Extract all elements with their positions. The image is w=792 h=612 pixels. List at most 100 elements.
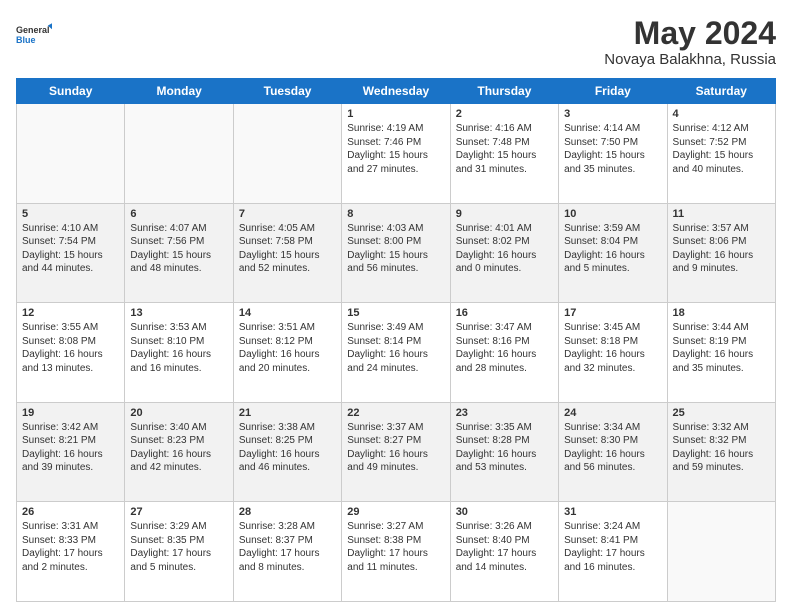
table-row: 9 Sunrise: 4:01 AMSunset: 8:02 PMDaylight… (450, 203, 558, 303)
logo-svg: General Blue (16, 16, 52, 52)
table-row: 17 Sunrise: 3:45 AMSunset: 8:18 PMDayligh… (559, 303, 667, 403)
day-info: Sunrise: 3:34 AMSunset: 8:30 PMDaylight:… (564, 421, 661, 475)
title-month: May 2024 (604, 16, 776, 51)
day-info: Sunrise: 3:40 AMSunset: 8:23 PMDaylight:… (130, 421, 227, 475)
day-info: Sunrise: 3:31 AMSunset: 8:33 PMDaylight:… (22, 520, 119, 574)
day-info: Sunrise: 3:55 AMSunset: 8:08 PMDaylight:… (22, 321, 119, 375)
day-info: Sunrise: 4:14 AMSunset: 7:50 PMDaylight:… (564, 122, 661, 176)
day-number: 15 (347, 307, 444, 319)
col-tuesday: Tuesday (233, 79, 341, 104)
day-info: Sunrise: 3:29 AMSunset: 8:35 PMDaylight:… (130, 520, 227, 574)
table-row: 1Sunrise: 4:19 AMSunset: 7:46 PMDaylight… (342, 104, 450, 204)
day-number: 11 (673, 208, 770, 220)
day-number: 29 (347, 506, 444, 518)
day-info: Sunrise: 3:53 AMSunset: 8:10 PMDaylight:… (130, 321, 227, 375)
day-info: Sunrise: 3:44 AMSunset: 8:19 PMDaylight:… (673, 321, 770, 375)
table-row: 28 Sunrise: 3:28 AMSunset: 8:37 PMDayligh… (233, 502, 341, 602)
calendar-table: Sunday Monday Tuesday Wednesday Thursday… (16, 78, 776, 602)
day-info: Sunrise: 4:10 AMSunset: 7:54 PMDaylight:… (22, 222, 119, 276)
table-row: 22 Sunrise: 3:37 AMSunset: 8:27 PMDayligh… (342, 402, 450, 502)
day-number: 5 (22, 208, 119, 220)
day-number: 4 (673, 108, 770, 120)
day-info: Sunrise: 3:57 AMSunset: 8:06 PMDaylight:… (673, 222, 770, 276)
day-number: 2 (456, 108, 553, 120)
day-info: Sunrise: 3:32 AMSunset: 8:32 PMDaylight:… (673, 421, 770, 475)
day-number: 8 (347, 208, 444, 220)
table-row: 26 Sunrise: 3:31 AMSunset: 8:33 PMDayligh… (17, 502, 125, 602)
day-number: 16 (456, 307, 553, 319)
day-number: 7 (239, 208, 336, 220)
day-number: 20 (130, 407, 227, 419)
day-info: Sunrise: 3:42 AMSunset: 8:21 PMDaylight:… (22, 421, 119, 475)
table-row: 19 Sunrise: 3:42 AMSunset: 8:21 PMDayligh… (17, 402, 125, 502)
day-info: Sunrise: 3:28 AMSunset: 8:37 PMDaylight:… (239, 520, 336, 574)
table-row: 8Sunrise: 4:03 AMSunset: 8:00 PMDaylight… (342, 203, 450, 303)
day-info: Sunrise: 3:38 AMSunset: 8:25 PMDaylight:… (239, 421, 336, 475)
table-row (667, 502, 775, 602)
col-sunday: Sunday (17, 79, 125, 104)
col-monday: Monday (125, 79, 233, 104)
day-number: 17 (564, 307, 661, 319)
day-info: Sunrise: 3:35 AMSunset: 8:28 PMDaylight:… (456, 421, 553, 475)
col-saturday: Saturday (667, 79, 775, 104)
day-number: 26 (22, 506, 119, 518)
day-number: 31 (564, 506, 661, 518)
day-info: Sunrise: 3:59 AMSunset: 8:04 PMDaylight:… (564, 222, 661, 276)
day-number: 25 (673, 407, 770, 419)
day-info: Sunrise: 4:12 AMSunset: 7:52 PMDaylight:… (673, 122, 770, 176)
day-number: 28 (239, 506, 336, 518)
table-row: 6Sunrise: 4:07 AMSunset: 7:56 PMDaylight… (125, 203, 233, 303)
table-row (233, 104, 341, 204)
table-row: 25 Sunrise: 3:32 AMSunset: 8:32 PMDayligh… (667, 402, 775, 502)
day-number: 18 (673, 307, 770, 319)
table-row: 16 Sunrise: 3:47 AMSunset: 8:16 PMDayligh… (450, 303, 558, 403)
calendar-week-row: 19 Sunrise: 3:42 AMSunset: 8:21 PMDayligh… (17, 402, 776, 502)
day-info: Sunrise: 3:26 AMSunset: 8:40 PMDaylight:… (456, 520, 553, 574)
day-info: Sunrise: 3:45 AMSunset: 8:18 PMDaylight:… (564, 321, 661, 375)
table-row: 2 Sunrise: 4:16 AMSunset: 7:48 PMDaylight… (450, 104, 558, 204)
day-number: 12 (22, 307, 119, 319)
header: General Blue May 2024 Novaya Balakhna, R… (16, 16, 776, 68)
day-number: 6 (130, 208, 227, 220)
table-row: 31Sunrise: 3:24 AMSunset: 8:41 PMDayligh… (559, 502, 667, 602)
day-info: Sunrise: 3:47 AMSunset: 8:16 PMDaylight:… (456, 321, 553, 375)
calendar-header-row: Sunday Monday Tuesday Wednesday Thursday… (17, 79, 776, 104)
day-number: 30 (456, 506, 553, 518)
calendar-week-row: 12 Sunrise: 3:55 AMSunset: 8:08 PMDayligh… (17, 303, 776, 403)
table-row: 20 Sunrise: 3:40 AMSunset: 8:23 PMDayligh… (125, 402, 233, 502)
table-row: 4 Sunrise: 4:12 AMSunset: 7:52 PMDaylight… (667, 104, 775, 204)
table-row: 30 Sunrise: 3:26 AMSunset: 8:40 PMDayligh… (450, 502, 558, 602)
day-number: 9 (456, 208, 553, 220)
day-number: 23 (456, 407, 553, 419)
calendar-week-row: 26 Sunrise: 3:31 AMSunset: 8:33 PMDayligh… (17, 502, 776, 602)
table-row: 7 Sunrise: 4:05 AMSunset: 7:58 PMDaylight… (233, 203, 341, 303)
day-number: 13 (130, 307, 227, 319)
logo: General Blue (16, 16, 52, 52)
table-row: 10 Sunrise: 3:59 AMSunset: 8:04 PMDayligh… (559, 203, 667, 303)
day-info: Sunrise: 4:16 AMSunset: 7:48 PMDaylight:… (456, 122, 553, 176)
day-info: Sunrise: 3:49 AMSunset: 8:14 PMDaylight:… (347, 321, 444, 375)
day-number: 27 (130, 506, 227, 518)
table-row: 27 Sunrise: 3:29 AMSunset: 8:35 PMDayligh… (125, 502, 233, 602)
table-row: 11 Sunrise: 3:57 AMSunset: 8:06 PMDayligh… (667, 203, 775, 303)
day-info: Sunrise: 3:37 AMSunset: 8:27 PMDaylight:… (347, 421, 444, 475)
col-friday: Friday (559, 79, 667, 104)
svg-text:Blue: Blue (16, 35, 36, 45)
day-info: Sunrise: 4:01 AMSunset: 8:02 PMDaylight:… (456, 222, 553, 276)
day-number: 14 (239, 307, 336, 319)
day-info: Sunrise: 4:05 AMSunset: 7:58 PMDaylight:… (239, 222, 336, 276)
title-location: Novaya Balakhna, Russia (604, 51, 776, 68)
table-row: 3Sunrise: 4:14 AMSunset: 7:50 PMDaylight… (559, 104, 667, 204)
day-number: 22 (347, 407, 444, 419)
table-row (17, 104, 125, 204)
table-row: 18 Sunrise: 3:44 AMSunset: 8:19 PMDayligh… (667, 303, 775, 403)
day-number: 10 (564, 208, 661, 220)
day-number: 19 (22, 407, 119, 419)
day-number: 1 (347, 108, 444, 120)
col-thursday: Thursday (450, 79, 558, 104)
day-info: Sunrise: 3:51 AMSunset: 8:12 PMDaylight:… (239, 321, 336, 375)
table-row (125, 104, 233, 204)
col-wednesday: Wednesday (342, 79, 450, 104)
title-block: May 2024 Novaya Balakhna, Russia (604, 16, 776, 68)
calendar-week-row: 1Sunrise: 4:19 AMSunset: 7:46 PMDaylight… (17, 104, 776, 204)
